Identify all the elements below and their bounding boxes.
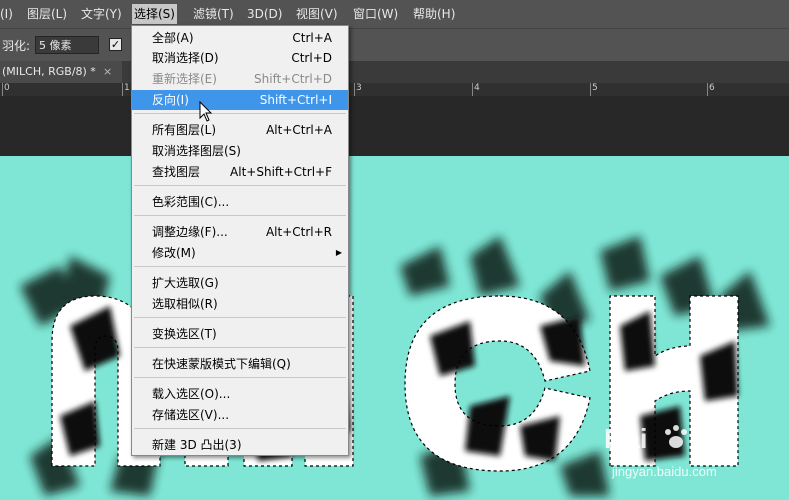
feather-label: 羽化: xyxy=(2,39,31,53)
ruler-label: 6 xyxy=(709,83,715,93)
menu-option-transform-selection[interactable]: 变换选区(T) xyxy=(132,324,348,344)
menu-item-type[interactable]: 文字(Y) xyxy=(81,6,122,22)
document-tab-title: (MILCH, RGB/8) * xyxy=(2,65,96,78)
menu-separator xyxy=(134,347,346,348)
select-menu-dropdown: 全部(A) Ctrl+A 取消选择(D) Ctrl+D 重新选择(E) Shift+C… xyxy=(131,25,349,456)
horizontal-ruler: 0 1 2 3 4 5 6 xyxy=(0,83,789,97)
watermark-url: jingyan.baidu.com xyxy=(611,464,717,479)
menu-separator xyxy=(134,377,346,378)
document-tab[interactable]: (MILCH, RGB/8) * × xyxy=(0,61,122,83)
menu-option-deselect[interactable]: 取消选择(D) Ctrl+D xyxy=(132,48,348,68)
menu-separator xyxy=(134,428,346,429)
menu-item-select[interactable]: 选择(S) xyxy=(132,4,177,24)
menu-option-all-layers[interactable]: 所有图层(L) Alt+Ctrl+A xyxy=(132,120,348,140)
feather-input[interactable]: 5 像素 xyxy=(35,36,99,54)
checkbox-icon[interactable]: ✓ xyxy=(109,38,122,51)
menu-separator xyxy=(134,266,346,267)
menu-bar: (I) 图层(L) 文字(Y) 选择(S) 滤镜(T) 3D(D) 视图(V) … xyxy=(0,0,789,28)
menu-option-inverse[interactable]: 反向(I) Shift+Ctrl+I xyxy=(132,90,348,110)
submenu-arrow-icon: ▶ xyxy=(335,248,342,257)
ruler-label: 3 xyxy=(356,83,362,93)
menu-separator xyxy=(134,215,346,216)
menu-item-window[interactable]: 窗口(W) xyxy=(353,6,398,22)
menu-item-view[interactable]: 视图(V) xyxy=(296,6,338,22)
menu-option-select-all[interactable]: 全部(A) Ctrl+A xyxy=(132,28,348,48)
watermark-brand: Bai xyxy=(604,423,648,454)
menu-option-reselect: 重新选择(E) Shift+Ctrl+D xyxy=(152,72,332,86)
menu-option-save-selection[interactable]: 存储选区(V)... xyxy=(132,405,348,425)
menu-option-deselect-layers[interactable]: 取消选择图层(S) xyxy=(132,141,348,161)
menu-separator xyxy=(134,317,346,318)
ruler-label: 0 xyxy=(4,83,10,93)
close-icon[interactable]: × xyxy=(103,61,112,83)
menu-option-grow[interactable]: 扩大选取(G) xyxy=(132,273,348,293)
baidu-watermark: Bai 经验 jingyan.baidu.com xyxy=(602,414,762,484)
menu-separator xyxy=(134,185,346,186)
watermark-brand-jingyan: 经验 xyxy=(690,429,734,454)
document-tab-bar: (MILCH, RGB/8) * × xyxy=(0,61,789,83)
menu-item-filter[interactable]: 滤镜(T) xyxy=(193,6,234,22)
ruler-label: 1 xyxy=(124,83,130,93)
menu-option-find-layers[interactable]: 查找图层 Alt+Shift+Ctrl+F xyxy=(132,162,348,182)
menu-option-load-selection[interactable]: 载入选区(O)... xyxy=(132,384,348,404)
mouse-cursor-icon xyxy=(199,101,213,122)
baidu-paw-icon xyxy=(665,425,687,448)
menu-item-image[interactable]: (I) xyxy=(0,6,13,22)
menu-option-color-range[interactable]: 色彩范围(C)... xyxy=(132,192,348,212)
menu-item-help[interactable]: 帮助(H) xyxy=(413,6,455,22)
menu-separator xyxy=(134,113,346,114)
menu-option-refine-edge[interactable]: 调整边缘(F)... Alt+Ctrl+R xyxy=(132,222,348,242)
menu-option-modify[interactable]: 修改(M) ▶ xyxy=(132,243,348,263)
workspace-background xyxy=(0,96,789,156)
ruler-label: 5 xyxy=(592,83,598,93)
options-bar: 羽化: 5 像素 ✓ xyxy=(0,28,789,61)
menu-item-3d[interactable]: 3D(D) xyxy=(247,6,282,22)
menu-option-new-3d-extrusion[interactable]: 新建 3D 凸出(3) xyxy=(132,435,348,455)
menu-option-quick-mask[interactable]: 在快速蒙版模式下编辑(Q) xyxy=(132,354,348,374)
ruler-label: 4 xyxy=(474,83,480,93)
menu-item-layer[interactable]: 图层(L) xyxy=(27,6,67,22)
menu-option-similar[interactable]: 选取相似(R) xyxy=(132,294,348,314)
